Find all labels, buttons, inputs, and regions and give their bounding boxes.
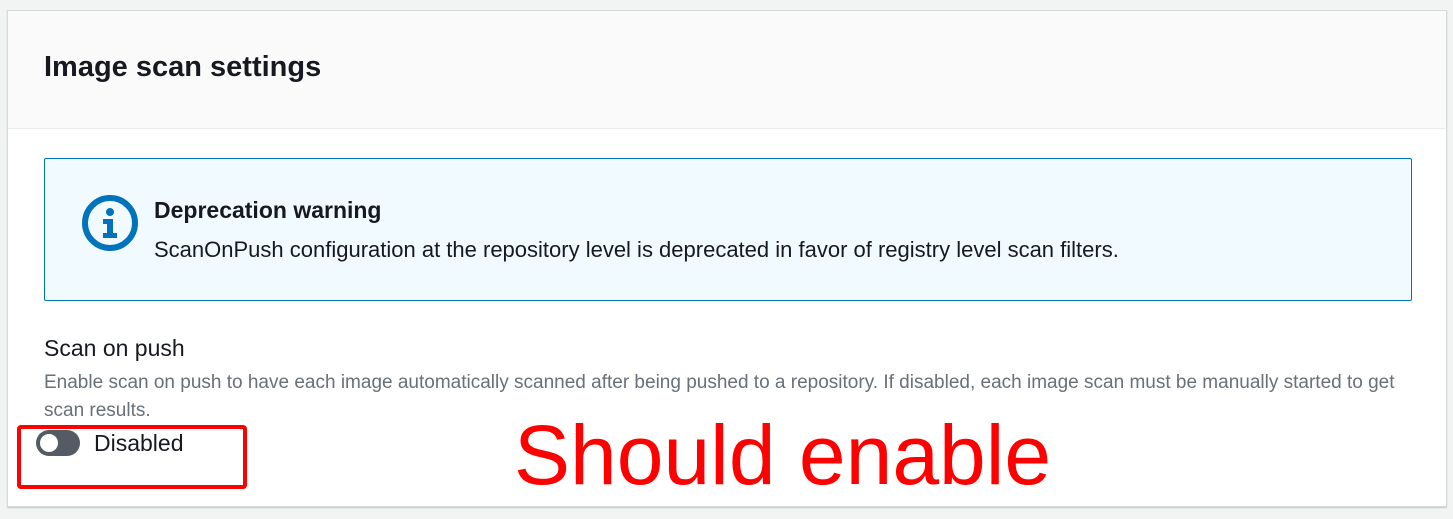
toggle-knob (40, 434, 58, 452)
scan-on-push-label: Scan on push (44, 335, 185, 361)
info-icon (82, 195, 138, 251)
alert-message: ScanOnPush configuration at the reposito… (154, 237, 1119, 262)
toggle-switch[interactable] (36, 430, 80, 456)
toggle-state-label: Disabled (94, 430, 184, 456)
deprecation-alert: Deprecation warning ScanOnPush configura… (44, 158, 1412, 301)
scan-on-push-description: Enable scan on push to have each image a… (44, 372, 1395, 421)
scan-on-push-toggle[interactable]: Disabled (36, 428, 184, 458)
alert-heading: Deprecation warning (154, 197, 382, 223)
panel-header: Image scan settings (8, 11, 1446, 129)
panel-title: Image scan settings (44, 51, 322, 83)
image-scan-settings-panel: Image scan settings Deprecation warning … (7, 10, 1447, 507)
